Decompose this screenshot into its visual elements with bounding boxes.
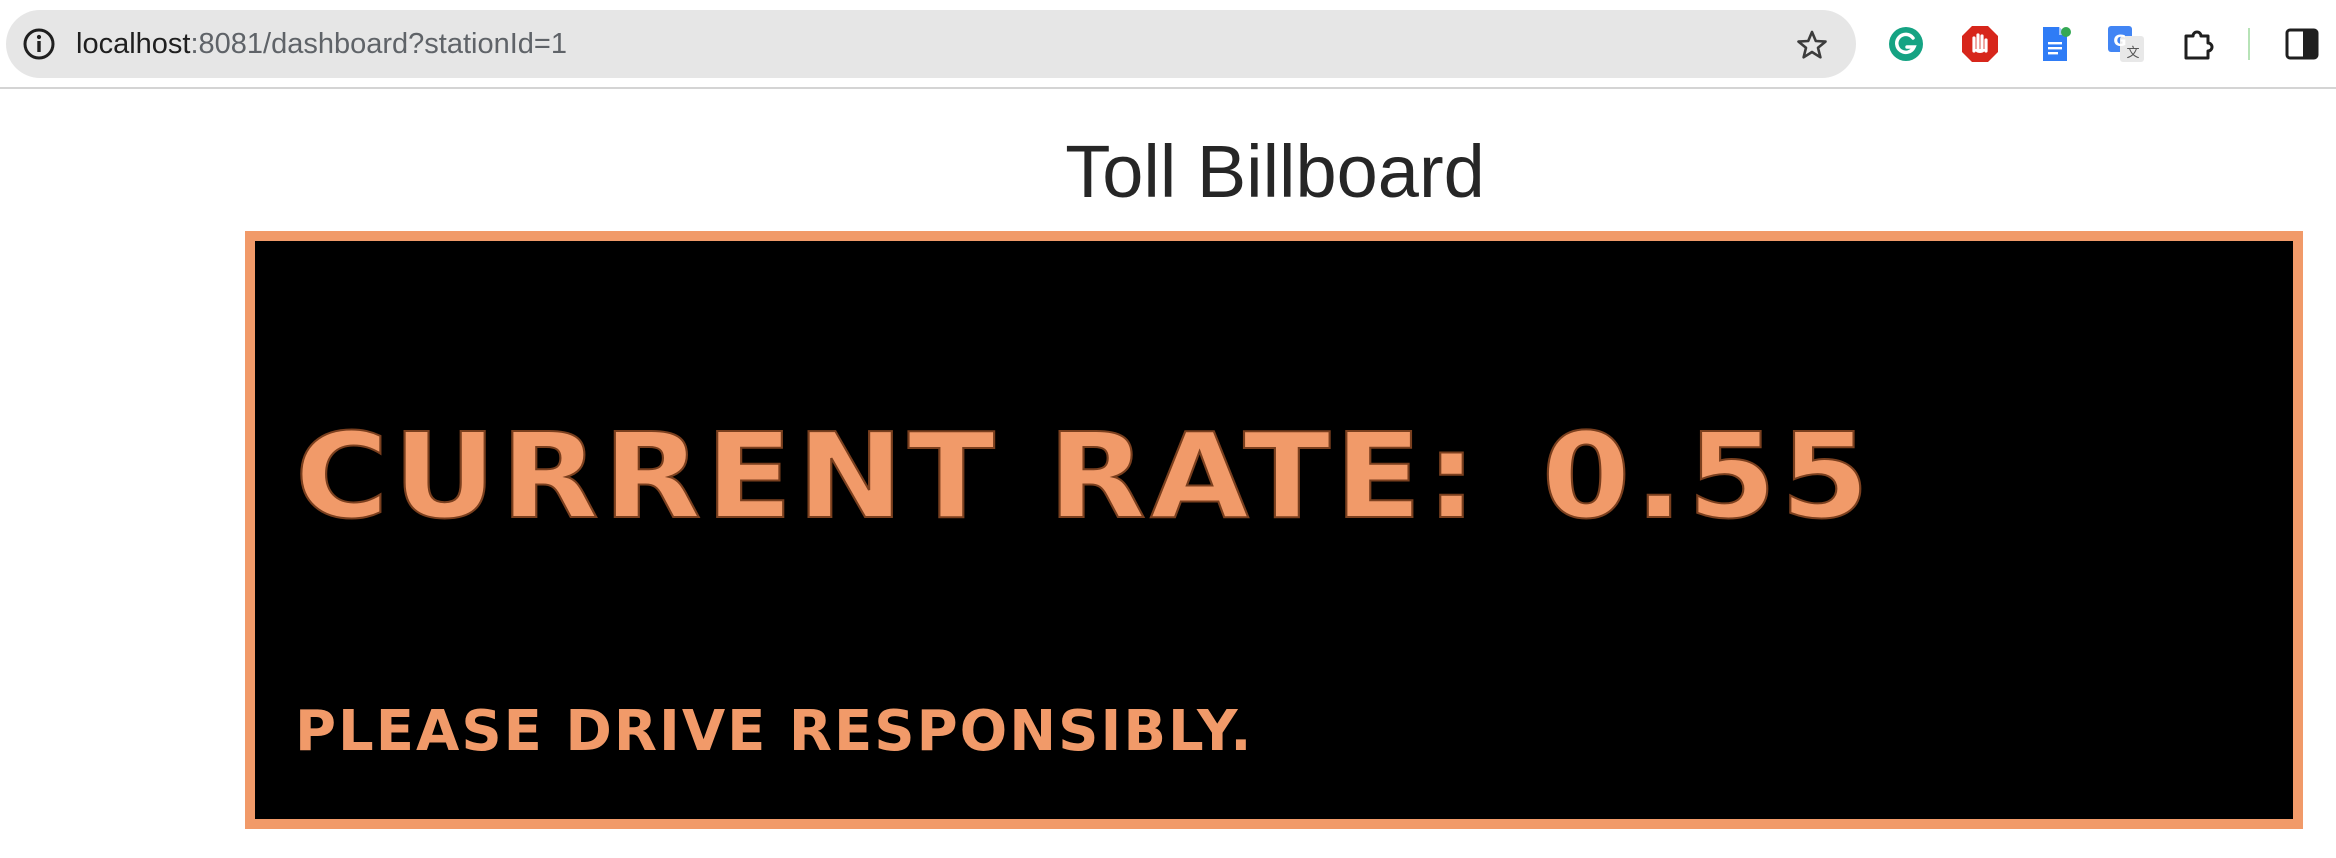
url-text[interactable]: localhost:8081/dashboard?stationId=1 (76, 10, 567, 78)
svg-text:G: G (2113, 31, 2126, 50)
url-path: :8081/dashboard?stationId=1 (190, 28, 567, 60)
browser-toolbar: localhost:8081/dashboard?stationId=1 G 文 (0, 0, 2336, 89)
svg-text:文: 文 (2126, 46, 2139, 61)
page-title: Toll Billboard (1065, 130, 1485, 213)
grammarly-icon[interactable] (1886, 24, 1926, 64)
side-panel-icon[interactable] (2282, 24, 2322, 64)
toll-billboard: CURRENT RATE: 0.55 PLEASE DRIVE RESPONSIB… (245, 231, 2303, 829)
url-host: localhost (76, 28, 191, 60)
billboard-message: PLEASE DRIVE RESPONSIBLY. (295, 699, 1254, 764)
google-translate-icon[interactable]: G 文 (2106, 24, 2146, 64)
info-icon[interactable] (22, 27, 56, 61)
puzzle-icon[interactable] (2178, 24, 2218, 64)
current-rate-display: CURRENT RATE: 0.55 (294, 410, 1873, 542)
rate-label: CURRENT RATE: (294, 407, 1482, 545)
address-bar[interactable]: localhost:8081/dashboard?stationId=1 (6, 10, 1856, 78)
rate-value: 0.55 (1541, 407, 1874, 545)
toolbar-divider (2248, 28, 2250, 60)
google-docs-icon[interactable] (2034, 24, 2074, 64)
ad-block-icon[interactable] (1960, 24, 2000, 64)
star-icon[interactable] (1796, 29, 1828, 61)
